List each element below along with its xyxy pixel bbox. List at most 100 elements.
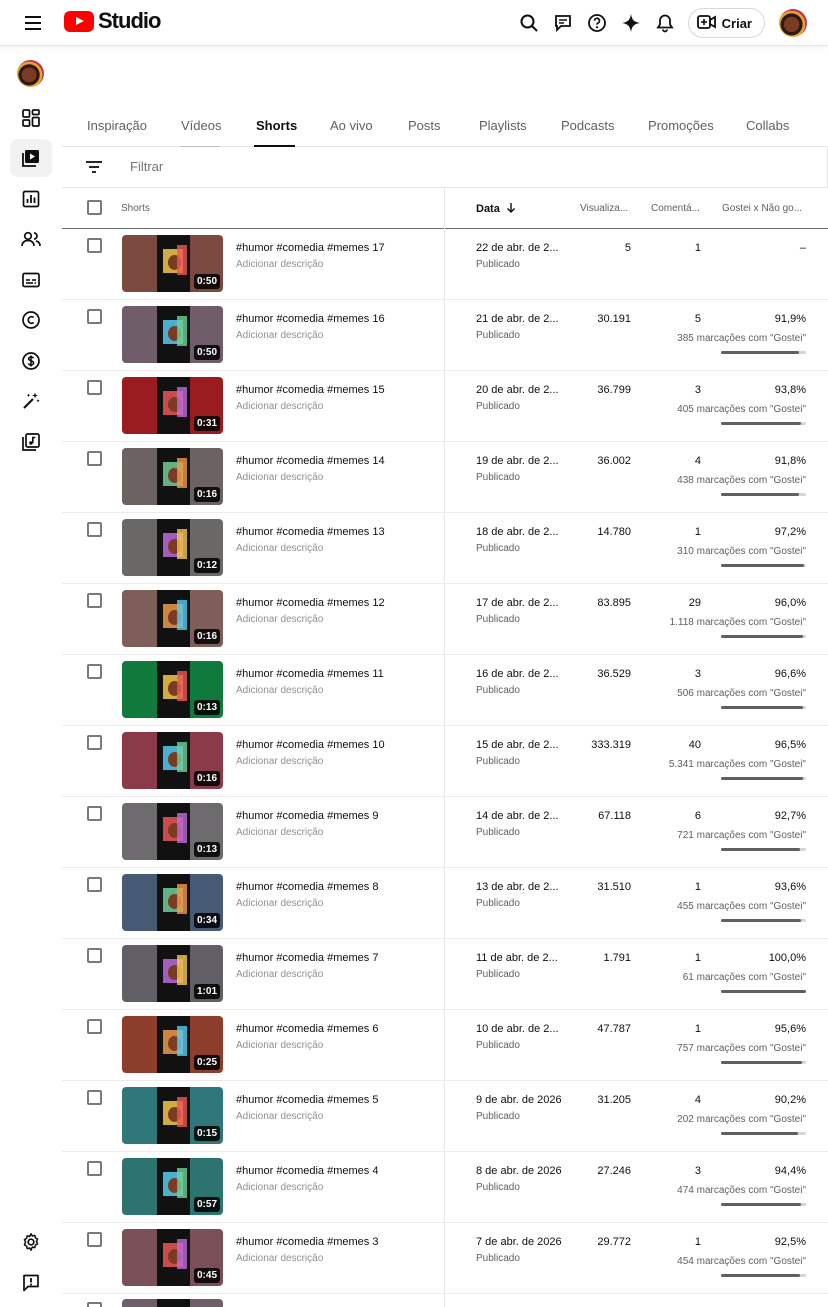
- table-row[interactable]: 0:16 #humor #comedia #memes 10 Adicionar d…: [62, 726, 828, 797]
- add-description-link[interactable]: Adicionar descrição: [236, 969, 323, 980]
- video-title[interactable]: #humor #comedia #memes 5: [236, 1094, 378, 1106]
- create-button[interactable]: Criar: [687, 8, 765, 38]
- video-title[interactable]: #humor #comedia #memes 17: [236, 242, 385, 254]
- table-row[interactable]: 0:13 #humor #comedia #memes 9 Adicionar de…: [62, 797, 828, 868]
- video-title[interactable]: #humor #comedia #memes 13: [236, 526, 385, 538]
- video-thumbnail[interactable]: 0:57: [122, 1158, 223, 1215]
- video-title[interactable]: #humor #comedia #memes 14: [236, 455, 385, 467]
- video-thumbnail[interactable]: 0:50: [122, 306, 223, 363]
- subtitles-icon[interactable]: [10, 261, 52, 299]
- table-row[interactable]: 0:16 #humor #comedia #memes 12 Adicionar d…: [62, 584, 828, 655]
- table-row[interactable]: 0:31 #humor #comedia #memes 15 Adicionar d…: [62, 371, 828, 442]
- account-avatar[interactable]: [779, 9, 807, 37]
- add-description-link[interactable]: Adicionar descrição: [236, 330, 323, 341]
- table-row[interactable]: 0:34 #humor #comedia #memes 8 Adicionar de…: [62, 868, 828, 939]
- video-thumbnail[interactable]: 0:45: [122, 1229, 223, 1286]
- add-description-link[interactable]: Adicionar descrição: [236, 898, 323, 909]
- tab-shorts[interactable]: Shorts: [256, 118, 297, 133]
- table-row[interactable]: 0:50 #humor #comedia #memes 16 Adicionar d…: [62, 300, 828, 371]
- video-title[interactable]: #humor #comedia #memes 3: [236, 1236, 378, 1248]
- add-description-link[interactable]: Adicionar descrição: [236, 1040, 323, 1051]
- row-checkbox[interactable]: [87, 948, 102, 963]
- sparkle-icon[interactable]: [614, 7, 648, 39]
- add-description-link[interactable]: Adicionar descrição: [236, 259, 323, 270]
- add-description-link[interactable]: Adicionar descrição: [236, 614, 323, 625]
- header-like-ratio[interactable]: Gostei x Não go...: [722, 203, 802, 214]
- table-row[interactable]: 0:16 #humor #comedia #memes 14 Adicionar d…: [62, 442, 828, 513]
- dashboard-icon[interactable]: [10, 99, 52, 137]
- row-checkbox[interactable]: [87, 735, 102, 750]
- settings-icon[interactable]: [10, 1223, 52, 1261]
- video-thumbnail[interactable]: [122, 1299, 223, 1307]
- magic-wand-icon[interactable]: [10, 382, 52, 420]
- row-checkbox[interactable]: [87, 1232, 102, 1247]
- tab-videos[interactable]: Vídeos: [181, 118, 221, 133]
- row-checkbox[interactable]: [87, 1019, 102, 1034]
- add-description-link[interactable]: Adicionar descrição: [236, 1253, 323, 1264]
- video-title[interactable]: #humor #comedia #memes 16: [236, 313, 385, 325]
- content-icon[interactable]: [10, 139, 52, 177]
- table-row[interactable]: 0:50 #humor #comedia #memes 17 Adicionar d…: [62, 229, 828, 300]
- video-thumbnail[interactable]: 0:15: [122, 1087, 223, 1144]
- table-row[interactable]: 0:13 #humor #comedia #memes 11 Adicionar d…: [62, 655, 828, 726]
- tab-podcasts[interactable]: Podcasts: [561, 118, 614, 133]
- tab-posts[interactable]: Posts: [408, 118, 441, 133]
- video-title[interactable]: #humor #comedia #memes 4: [236, 1165, 378, 1177]
- video-thumbnail[interactable]: 0:13: [122, 661, 223, 718]
- row-checkbox[interactable]: [87, 664, 102, 679]
- tab-promocoes[interactable]: Promoções: [648, 118, 714, 133]
- filter-input[interactable]: [130, 159, 530, 174]
- table-row[interactable]: 0:25 #humor #comedia #memes 6 Adicionar de…: [62, 1010, 828, 1081]
- filter-icon[interactable]: [84, 159, 104, 180]
- video-thumbnail[interactable]: 0:16: [122, 448, 223, 505]
- menu-icon[interactable]: [20, 10, 46, 36]
- copyright-icon[interactable]: [10, 301, 52, 339]
- row-checkbox[interactable]: [87, 380, 102, 395]
- table-row[interactable]: 0:45 #humor #comedia #memes 3 Adicionar de…: [62, 1223, 828, 1294]
- help-icon[interactable]: [580, 7, 614, 39]
- row-checkbox[interactable]: [87, 1302, 102, 1307]
- feedback-icon[interactable]: [546, 7, 580, 39]
- audio-library-icon[interactable]: [10, 423, 52, 461]
- row-checkbox[interactable]: [87, 451, 102, 466]
- row-checkbox[interactable]: [87, 1090, 102, 1105]
- earn-icon[interactable]: [10, 342, 52, 380]
- tab-ao-vivo[interactable]: Ao vivo: [330, 118, 373, 133]
- tab-collabs[interactable]: Collabs: [746, 118, 789, 133]
- add-description-link[interactable]: Adicionar descrição: [236, 401, 323, 412]
- row-checkbox[interactable]: [87, 522, 102, 537]
- row-checkbox[interactable]: [87, 238, 102, 253]
- youtube-studio-logo[interactable]: Studio: [64, 8, 161, 34]
- tab-inspiracao[interactable]: Inspiração: [87, 118, 147, 133]
- add-description-link[interactable]: Adicionar descrição: [236, 685, 323, 696]
- header-views[interactable]: Visualiza...: [580, 203, 628, 214]
- video-title[interactable]: #humor #comedia #memes 7: [236, 952, 378, 964]
- tab-playlists[interactable]: Playlists: [479, 118, 527, 133]
- row-checkbox[interactable]: [87, 1161, 102, 1176]
- video-title[interactable]: #humor #comedia #memes 6: [236, 1023, 378, 1035]
- row-checkbox[interactable]: [87, 806, 102, 821]
- header-comments[interactable]: Comentá...: [651, 203, 700, 214]
- video-thumbnail[interactable]: 0:13: [122, 803, 223, 860]
- video-thumbnail[interactable]: 0:50: [122, 235, 223, 292]
- video-title[interactable]: #humor #comedia #memes 11: [236, 668, 384, 680]
- send-feedback-icon[interactable]: [10, 1264, 52, 1302]
- video-thumbnail[interactable]: 0:16: [122, 732, 223, 789]
- row-checkbox[interactable]: [87, 877, 102, 892]
- add-description-link[interactable]: Adicionar descrição: [236, 827, 323, 838]
- video-thumbnail[interactable]: 0:34: [122, 874, 223, 931]
- search-icon[interactable]: [512, 7, 546, 39]
- add-description-link[interactable]: Adicionar descrição: [236, 756, 323, 767]
- video-thumbnail[interactable]: 1:01: [122, 945, 223, 1002]
- video-title[interactable]: #humor #comedia #memes 15: [236, 384, 385, 396]
- video-thumbnail[interactable]: 0:16: [122, 590, 223, 647]
- community-icon[interactable]: [10, 220, 52, 258]
- row-checkbox[interactable]: [87, 593, 102, 608]
- table-row[interactable]: 0:15 #humor #comedia #memes 5 Adicionar de…: [62, 1081, 828, 1152]
- video-thumbnail[interactable]: 0:31: [122, 377, 223, 434]
- table-row[interactable]: 1:01 #humor #comedia #memes 7 Adicionar de…: [62, 939, 828, 1010]
- table-row[interactable]: 0:57 #humor #comedia #memes 4 Adicionar de…: [62, 1152, 828, 1223]
- video-title[interactable]: #humor #comedia #memes 8: [236, 881, 378, 893]
- video-title[interactable]: #humor #comedia #memes 12: [236, 597, 385, 609]
- row-checkbox[interactable]: [87, 309, 102, 324]
